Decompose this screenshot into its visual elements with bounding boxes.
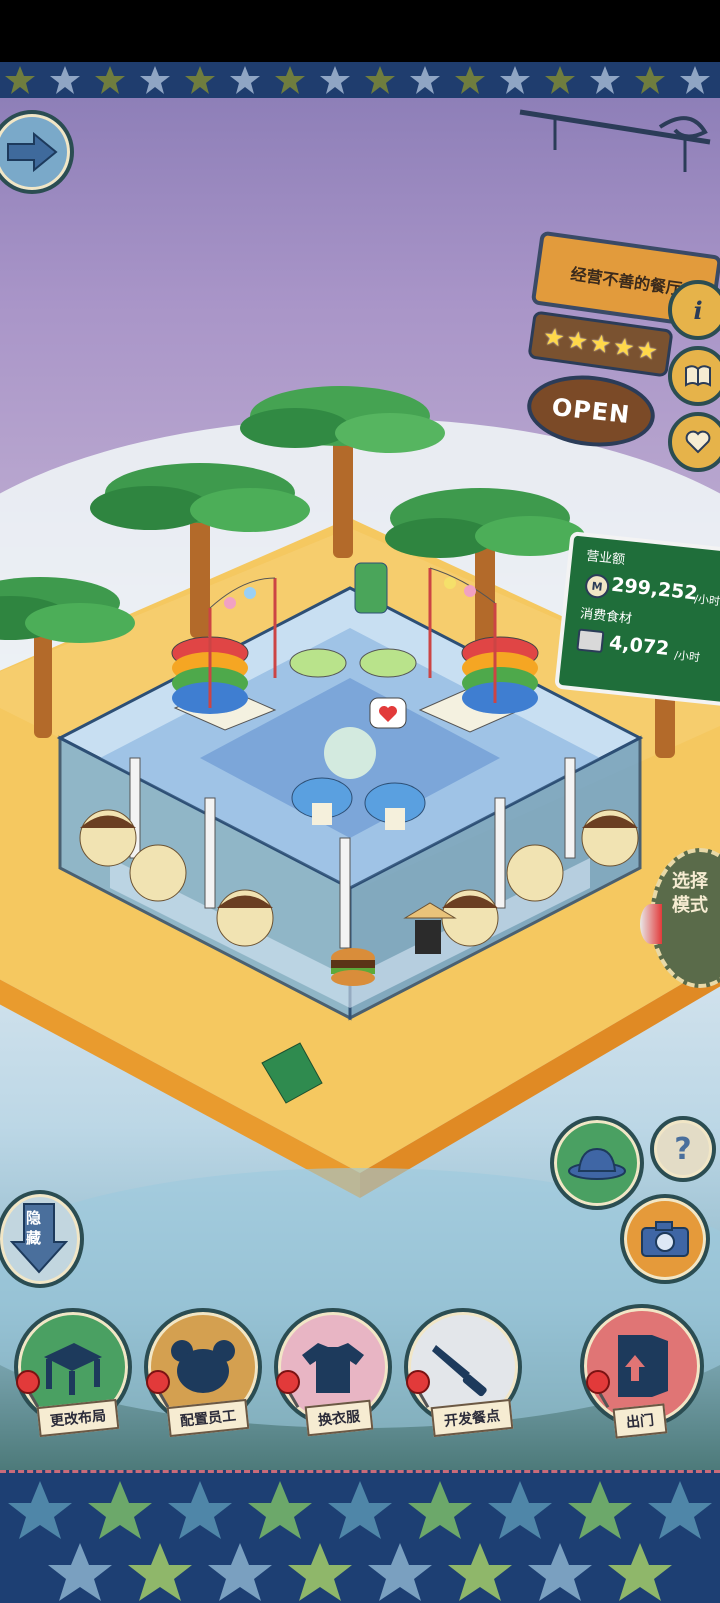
basket-icon [576, 628, 605, 654]
ingredients-label: 消费食材 [579, 606, 633, 627]
help-icon: ? [674, 1131, 692, 1167]
table-icon [44, 1343, 102, 1395]
rating-star-icon: ★ [611, 331, 637, 363]
menu-go-out-label: 出门 [612, 1403, 668, 1439]
hide-button[interactable]: 隐 藏 [0, 1190, 84, 1288]
top-star-ribbon [0, 62, 720, 101]
beach-ball [640, 904, 662, 944]
ingredients-unit: /小时 [673, 648, 701, 665]
help-button[interactable]: ? [650, 1116, 716, 1182]
hat-icon [568, 1147, 626, 1180]
info-icon: i [693, 295, 703, 325]
info-button[interactable]: i [668, 280, 720, 340]
star-pattern-top [5, 66, 710, 94]
pin-icon [16, 1370, 40, 1394]
coin-icon: M [583, 573, 611, 600]
hide-label: 隐 藏 [26, 1209, 42, 1247]
revenue-label: 营业额 [585, 548, 626, 568]
recipe-book-button[interactable] [668, 346, 720, 406]
heart-bubble-icon [685, 430, 711, 454]
rating-star-icon: ★ [634, 335, 660, 366]
shirt-icon [302, 1343, 364, 1393]
hat-button[interactable] [550, 1116, 644, 1210]
sign-bracket [519, 109, 711, 172]
favorites-button[interactable] [668, 412, 720, 472]
game-scene[interactable]: 经营不善的餐厅 ★ ★ ★ ★ ★ OPEN i 营业额 M 299,252 /… [0, 98, 720, 1470]
pin-icon [406, 1370, 430, 1394]
pin-icon [146, 1370, 170, 1394]
bottom-star-ribbon [0, 1470, 720, 1603]
star-pattern-bottom [8, 1481, 712, 1601]
open-status: OPEN [550, 392, 632, 430]
camera-button[interactable] [620, 1194, 710, 1284]
bear-head-icon [171, 1340, 235, 1393]
revenue-value: 299,252 [610, 573, 699, 605]
select-mode-label: 选择 模式 [672, 871, 708, 916]
door-icon [618, 1335, 668, 1397]
pin-icon [276, 1370, 300, 1394]
pin-icon [586, 1370, 610, 1394]
book-icon [685, 365, 711, 387]
rating-star-icon: ★ [564, 325, 590, 357]
rating-star-icon: ★ [587, 328, 614, 360]
rating-star-icon: ★ [541, 322, 567, 353]
restaurant-name: 经营不善的餐厅 [569, 264, 684, 299]
ingredients-value: 4,072 [608, 631, 671, 660]
status-bar [0, 0, 720, 62]
arrow-right-icon [7, 132, 58, 172]
knife-icon [432, 1345, 487, 1397]
revenue-unit: /小时 [693, 592, 720, 609]
camera-icon [641, 1221, 689, 1257]
stats-board[interactable]: 营业额 M 299,252 /小时 消费食材 4,072 /小时 [554, 531, 720, 707]
